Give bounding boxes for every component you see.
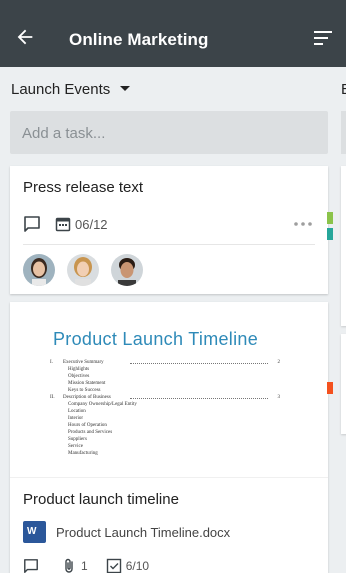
toc-label: Description of Business [63, 395, 111, 400]
toc-num: II. [50, 395, 55, 400]
board-title: Online Marketing [69, 30, 209, 49]
avatar[interactable] [67, 254, 99, 286]
task-card[interactable]: Press release text 06/12 [10, 166, 328, 294]
column-title: Launch Events [11, 81, 111, 98]
next-column-card[interactable] [327, 334, 346, 434]
avatar[interactable] [23, 254, 55, 286]
toc-label: Products and Services [68, 430, 113, 435]
attachment-name: Product Launch Timeline.docx [56, 524, 231, 540]
label-teal [327, 228, 333, 240]
label-green [327, 212, 333, 224]
divider [23, 244, 315, 245]
toc-label: Location [68, 409, 86, 414]
card-title: Press release text [23, 179, 144, 196]
more-icon[interactable] [294, 222, 312, 226]
toc-label: Highlights [68, 367, 90, 372]
toc-num: I. [50, 360, 53, 365]
toc-label: Objectives [68, 374, 90, 379]
comment-icon[interactable] [23, 558, 39, 573]
card-meta: 06/12 [23, 214, 108, 234]
next-column-add-task[interactable] [341, 111, 346, 154]
toc-label: Interior [68, 416, 83, 421]
card-footer: 1 6/10 [23, 558, 149, 573]
preview-toc: I. Executive Summary 2 Highlights Objectiv… [50, 360, 280, 458]
document-preview[interactable]: Product Launch Timeline I. Executive Summ… [10, 302, 328, 478]
card-title: Product launch timeline [23, 491, 179, 508]
add-task-input[interactable]: Add a task... [10, 111, 328, 154]
toc-label: Keys to Success [68, 388, 101, 393]
toc-label: Manufacturing [68, 451, 98, 456]
toc-page: 3 [277, 395, 281, 400]
app-bar: Online Marketing [0, 0, 346, 67]
checklist-progress: 6/10 [125, 559, 150, 573]
toc-label: Company Ownership/Legal Entity [68, 402, 137, 407]
toc-page: 2 [277, 360, 281, 365]
word-document-icon: W [23, 521, 46, 543]
toc-label: Executive Summary [63, 360, 104, 365]
toc-label: Hours of Operation [68, 423, 107, 428]
assignees [23, 254, 155, 286]
task-column: Launch Events Add a task... Press releas… [0, 67, 338, 573]
attachment-count: 1 [81, 559, 88, 573]
due-date: 06/12 [75, 216, 108, 232]
arrow-left-icon[interactable] [14, 26, 36, 48]
board: Launch Events Add a task... Press releas… [0, 67, 346, 573]
avatar[interactable] [111, 254, 143, 286]
comment-icon[interactable] [23, 215, 41, 233]
paperclip-icon [65, 558, 73, 573]
attachment[interactable]: W Product Launch Timeline.docx [23, 521, 230, 543]
sort-icon[interactable] [312, 30, 334, 46]
toc-label: Service [68, 444, 83, 449]
next-column-card[interactable] [327, 166, 346, 326]
calendar-icon [55, 217, 71, 232]
next-column-header[interactable]: E [341, 81, 346, 98]
label-orange [327, 382, 333, 394]
word-icon-letter: W [27, 526, 37, 537]
column-header[interactable]: Launch Events [11, 81, 131, 98]
preview-title: Product Launch Timeline [53, 329, 259, 349]
task-card[interactable]: Product Launch Timeline I. Executive Summ… [10, 302, 328, 573]
toc-label: Suppliers [68, 437, 87, 442]
checklist-icon [106, 558, 121, 573]
dropdown-caret-icon[interactable] [120, 85, 131, 91]
toc-label: Mission Statement [68, 381, 106, 386]
